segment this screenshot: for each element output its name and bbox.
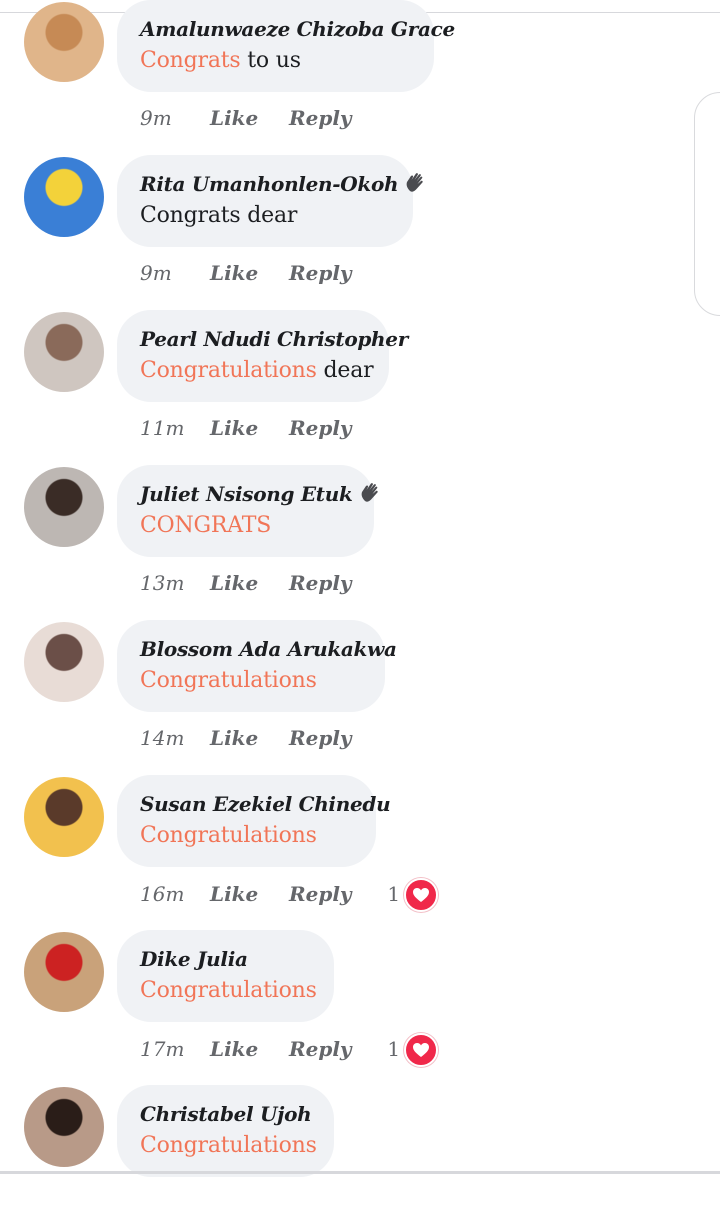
comment-text: Congrats dear xyxy=(140,199,389,233)
comment-author[interactable]: Amalunwaeze Chizoba Grace xyxy=(140,14,455,44)
comment-bubble[interactable]: Dike Julia Congratulations xyxy=(117,930,334,1022)
comment-bubble[interactable]: Amalunwaeze Chizoba Grace Congrats to us xyxy=(117,0,455,92)
comment-bubble[interactable]: Juliet Nsisong Etuk CONGRATS xyxy=(117,465,378,557)
avatar[interactable] xyxy=(24,777,104,857)
comment-text: Congratulations xyxy=(140,664,361,698)
avatar[interactable] xyxy=(24,622,104,702)
comment-body-text: to us xyxy=(240,48,301,73)
comment-body-text: Congrats dear xyxy=(140,203,298,228)
comment-item: Dike Julia Congratulations 17m Like Reply … xyxy=(0,904,720,1067)
comment-author[interactable]: Dike Julia xyxy=(140,944,310,974)
comment-text: Congratulations xyxy=(140,819,352,853)
comment-author[interactable]: Pearl Ndudi Christopher xyxy=(140,324,408,354)
comment-text: CONGRATS xyxy=(140,509,350,543)
comment-author[interactable]: Susan Ezekiel Chinedu xyxy=(140,789,391,819)
comment-author-name[interactable]: Rita Umanhonlen-Okoh xyxy=(140,172,399,196)
comment-highlight-text[interactable]: Congrats xyxy=(140,48,241,73)
comment-author-name[interactable]: Juliet Nsisong Etuk xyxy=(140,482,353,506)
comment-highlight-text[interactable]: CONGRATS xyxy=(140,513,271,538)
comment-bubble[interactable]: Pearl Ndudi Christopher Congratulations … xyxy=(117,310,408,402)
comment-author[interactable]: Blossom Ada Arukakwa xyxy=(140,634,397,664)
comment-item: Blossom Ada Arukakwa Congratulations 14m… xyxy=(0,594,720,750)
reaction-count: 1 xyxy=(387,1036,401,1061)
comment-author-name[interactable]: Christabel Ujoh xyxy=(140,1102,312,1126)
waving-hand-icon xyxy=(361,483,378,502)
comment-highlight-text[interactable]: Congratulations xyxy=(140,668,317,693)
avatar[interactable] xyxy=(24,1087,104,1167)
comment-highlight-text[interactable]: Congratulations xyxy=(140,823,317,848)
comment-item: Christabel Ujoh Congratulations LikeRepl… xyxy=(0,1059,720,1214)
waving-hand-icon xyxy=(406,173,423,192)
comment-item: Rita Umanhonlen-Okoh Congrats dear 9m Lik… xyxy=(0,129,720,285)
comment-text: Congratulations dear xyxy=(140,354,374,388)
comment-highlight-text[interactable]: Congratulations xyxy=(140,1133,317,1158)
comment-author-name[interactable]: Susan Ezekiel Chinedu xyxy=(140,792,391,816)
comment-item: Pearl Ndudi Christopher Congratulations … xyxy=(0,284,720,440)
comment-author[interactable]: Christabel Ujoh xyxy=(140,1099,312,1129)
comment-item: Amalunwaeze Chizoba Grace Congrats to us… xyxy=(0,0,720,130)
comment-text: Congrats to us xyxy=(140,44,410,78)
comment-item: Juliet Nsisong Etuk CONGRATS 13m Like Repl… xyxy=(0,439,720,595)
comment-highlight-text[interactable]: Congratulations xyxy=(140,358,317,383)
comment-text: Congratulations xyxy=(140,974,317,1008)
avatar[interactable] xyxy=(24,157,104,237)
comment-author-name[interactable]: Amalunwaeze Chizoba Grace xyxy=(140,17,455,41)
avatar[interactable] xyxy=(24,312,104,392)
comment-author-name[interactable]: Blossom Ada Arukakwa xyxy=(140,637,397,661)
avatar[interactable] xyxy=(24,932,104,1012)
reaction-count: 1 xyxy=(387,881,401,906)
comment-author-name[interactable]: Dike Julia xyxy=(140,947,248,971)
avatar[interactable] xyxy=(24,2,104,82)
comment-item: Susan Ezekiel Chinedu Congratulations 16… xyxy=(0,749,720,912)
comment-bubble[interactable]: Blossom Ada Arukakwa Congratulations xyxy=(117,620,397,712)
comment-highlight-text[interactable]: Congratulations xyxy=(140,978,317,1003)
bottom-divider xyxy=(0,1171,720,1174)
comment-bubble[interactable]: Rita Umanhonlen-Okoh Congrats dear xyxy=(117,155,423,247)
avatar[interactable] xyxy=(24,467,104,547)
comment-body-text: dear xyxy=(316,358,374,383)
comment-bubble[interactable]: Christabel Ujoh Congratulations xyxy=(117,1085,334,1177)
comment-author[interactable]: Rita Umanhonlen-Okoh xyxy=(140,169,423,199)
comment-text: Congratulations xyxy=(140,1129,317,1163)
comment-author-name[interactable]: Pearl Ndudi Christopher xyxy=(140,327,408,351)
comment-bubble[interactable]: Susan Ezekiel Chinedu Congratulations xyxy=(117,775,391,867)
comment-author[interactable]: Juliet Nsisong Etuk xyxy=(140,479,378,509)
